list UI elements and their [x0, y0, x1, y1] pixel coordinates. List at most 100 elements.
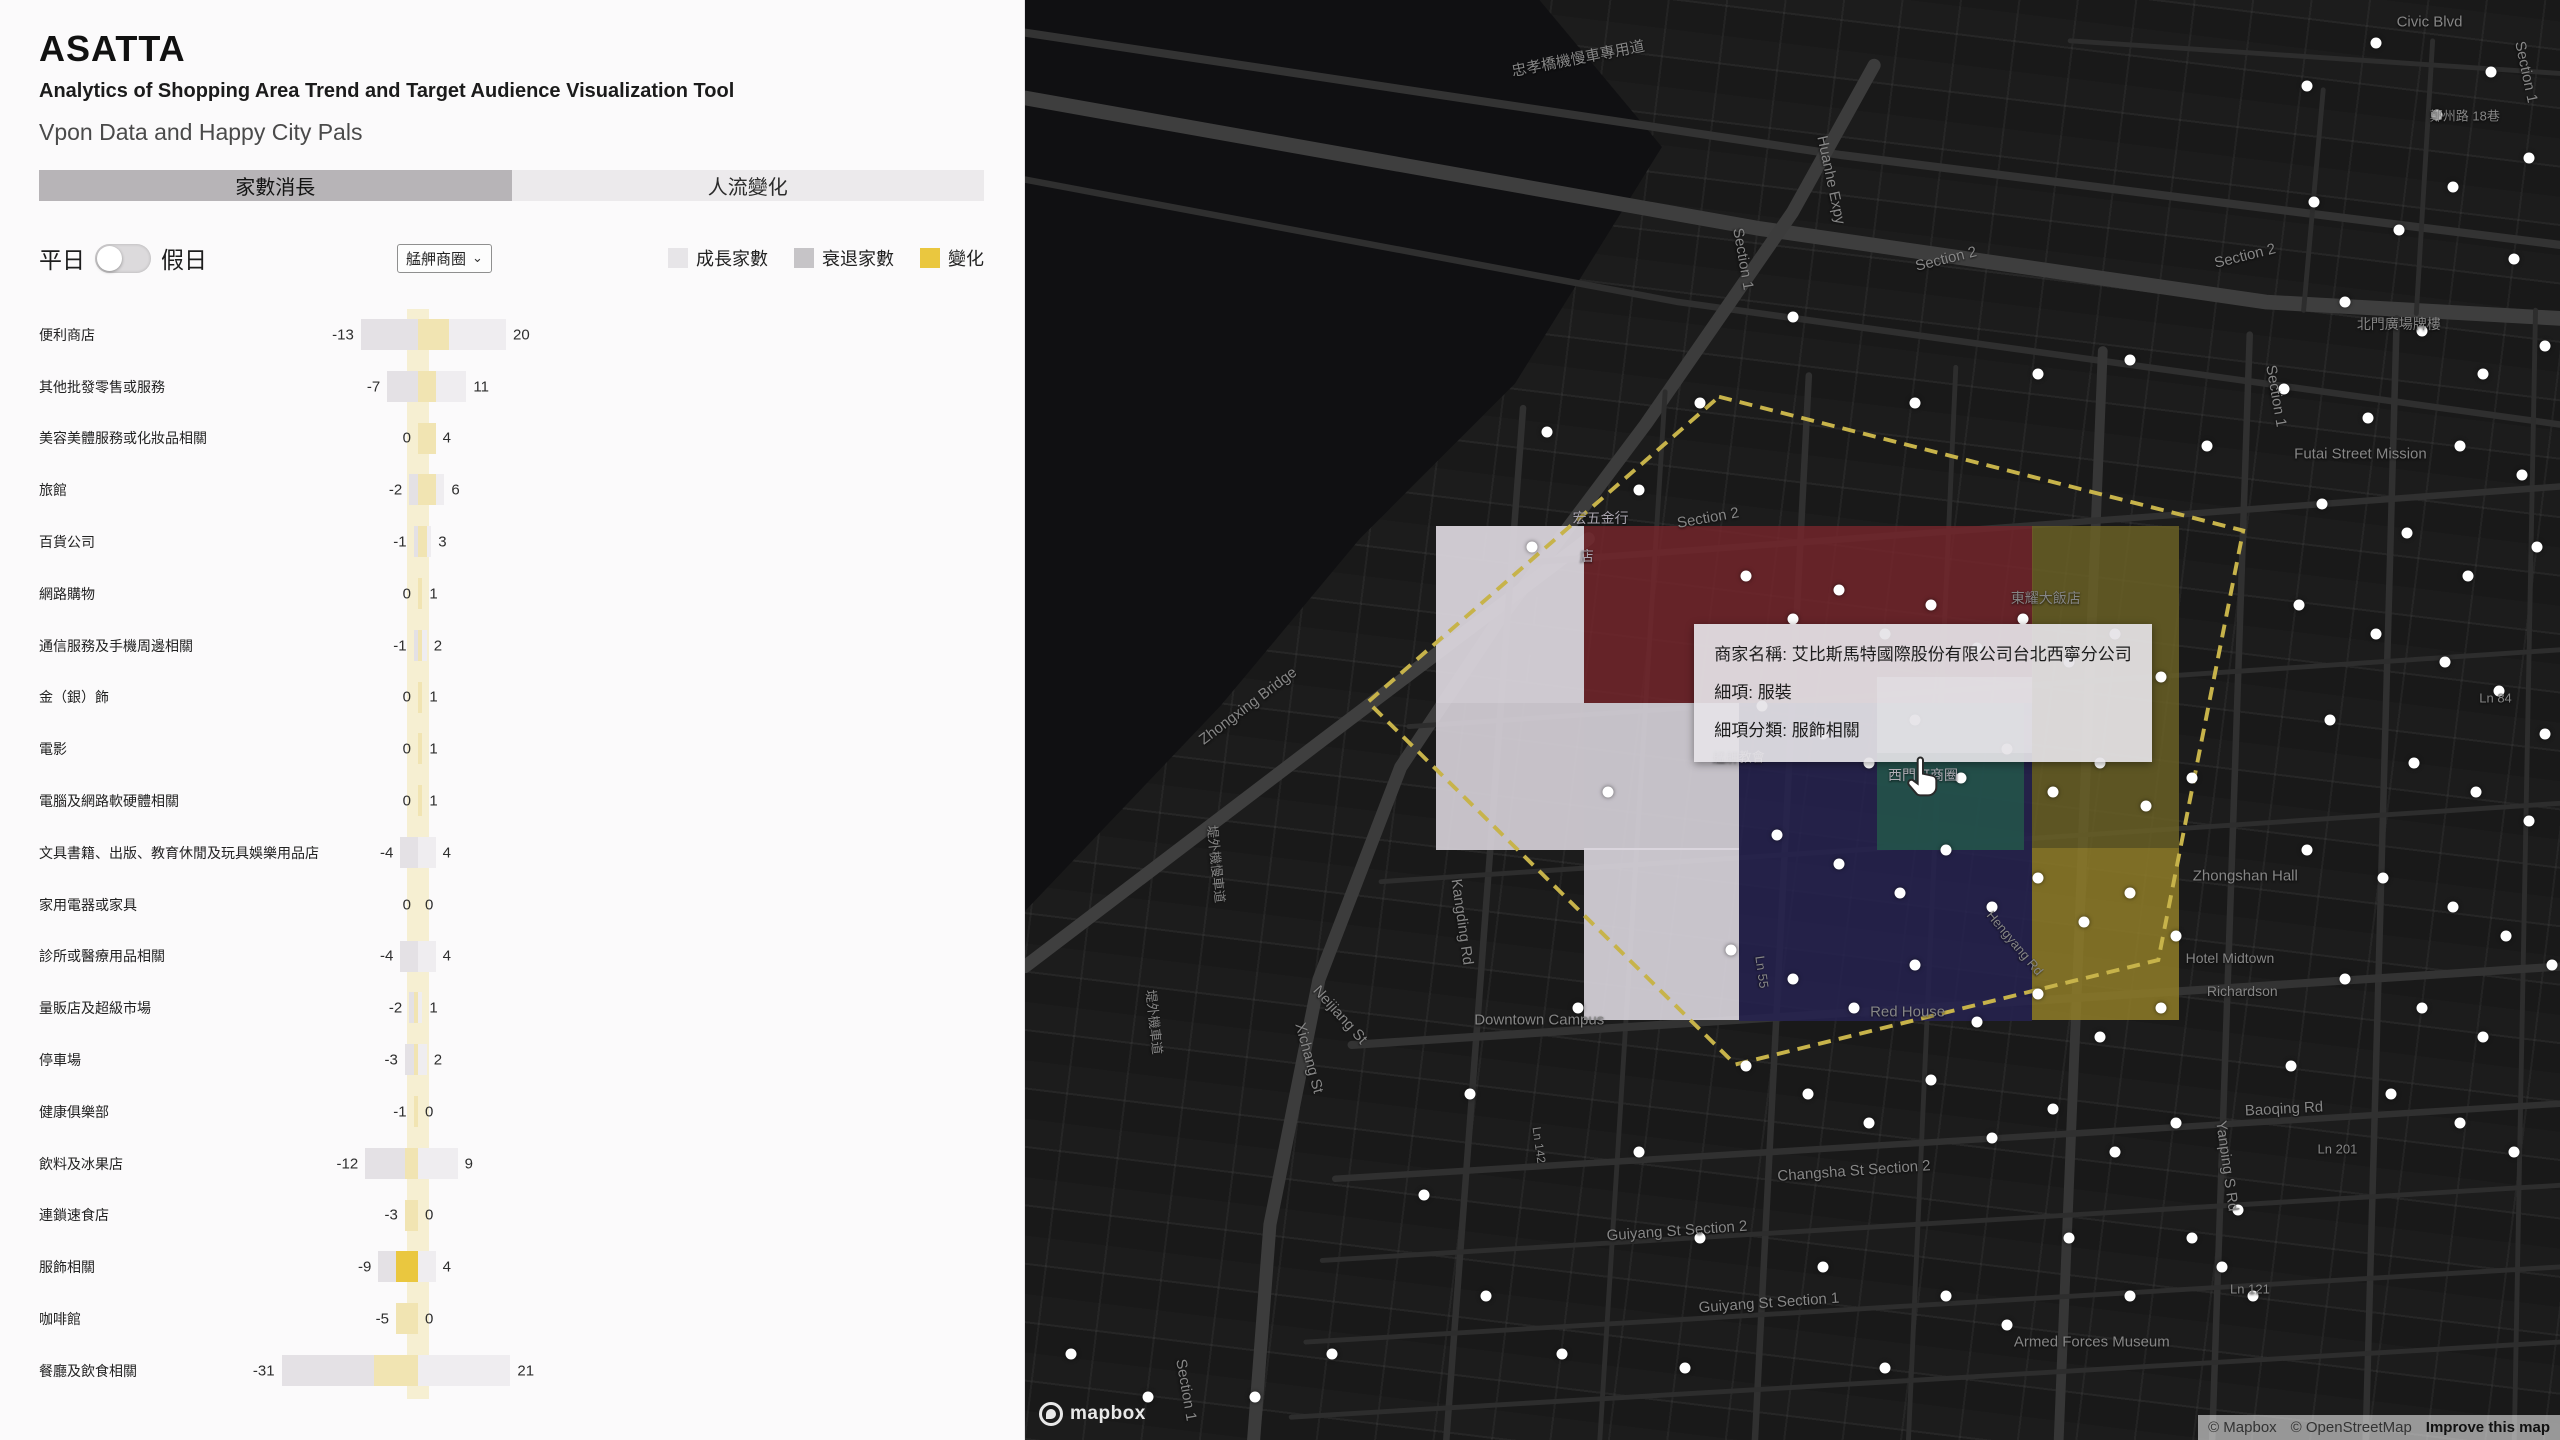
attribution-mapbox[interactable]: © Mapbox [2208, 1419, 2277, 1436]
change-bar[interactable] [418, 733, 422, 764]
decline-bar[interactable] [387, 371, 418, 402]
change-bar[interactable] [418, 474, 436, 505]
growth-value: 1 [429, 689, 437, 706]
map-label: Ln 84 [2479, 691, 2512, 706]
change-bar[interactable] [405, 1200, 418, 1231]
change-bar[interactable] [418, 526, 427, 557]
change-bar[interactable] [418, 319, 449, 350]
map-label: Futai Street Mission [2294, 445, 2427, 462]
decline-value: -31 [253, 1362, 275, 1379]
map-label: Armed Forces Museum [2014, 1334, 2170, 1351]
improve-map-link[interactable]: Improve this map [2426, 1419, 2550, 1436]
chart-row[interactable]: 停車場-32 [39, 1034, 984, 1086]
change-bar[interactable] [396, 1303, 418, 1334]
map-label: Changsha St Section 2 [1777, 1157, 1931, 1185]
chart-row[interactable]: 電腦及網路軟硬體相關01 [39, 775, 984, 827]
map-label: Neijiang St [1309, 983, 1370, 1048]
chart-row[interactable]: 餐廳及飲食相關-3121 [39, 1345, 984, 1397]
growth-value: 6 [451, 482, 459, 499]
map-label: Ln 201 [2318, 1142, 2358, 1157]
tooltip-line: 商家名稱: 艾比斯馬特國際股份有限公司台北西寧分公司 [1714, 636, 2131, 674]
change-bar[interactable] [405, 1148, 418, 1179]
category-label: 連鎖速食店 [39, 1205, 109, 1225]
change-bar[interactable] [414, 992, 418, 1023]
weekday-weekend-toggle[interactable] [95, 244, 151, 273]
tab-foot-traffic[interactable]: 人流變化 [512, 170, 985, 201]
change-bar[interactable] [418, 785, 422, 816]
change-bar[interactable] [418, 630, 422, 661]
chart-row[interactable]: 連鎖速食店 -3 0 [39, 1190, 984, 1242]
decline-value: 0 [403, 430, 411, 447]
growth-bar[interactable] [418, 837, 436, 868]
chart-row[interactable]: 通信服務及手機周邊相關-12 [39, 620, 984, 672]
map-label: Hotel Midtown [2186, 950, 2275, 966]
decline-value: -3 [384, 1207, 397, 1224]
growth-bar[interactable] [418, 1251, 436, 1282]
chart-row[interactable]: 網路購物01 [39, 568, 984, 620]
category-label: 便利商店 [39, 325, 95, 345]
decline-bar[interactable] [400, 941, 418, 972]
map-label: Section 1 [1172, 1357, 1200, 1422]
chart-row[interactable]: 旅館-26 [39, 464, 984, 516]
mapbox-logo[interactable]: mapbox [1039, 1402, 1146, 1426]
chart-row[interactable]: 健康俱樂部-10 [39, 1086, 984, 1138]
change-bar[interactable] [374, 1355, 418, 1386]
chart-row[interactable]: 家用電器或家具00 [39, 879, 984, 931]
decline-bar[interactable] [409, 474, 418, 505]
district-select[interactable]: 艋舺商圈 ⌄ [397, 244, 492, 273]
map-label: Section 1 [1730, 227, 1758, 292]
growth-bar[interactable] [418, 992, 422, 1023]
chart-row[interactable]: 百貨公司-13 [39, 516, 984, 568]
growth-bar[interactable] [418, 1148, 458, 1179]
category-label: 其他批發零售或服務 [39, 377, 165, 397]
mapbox-logo-text: mapbox [1070, 1403, 1146, 1425]
growth-value: 1 [429, 585, 437, 602]
chart-row[interactable]: 量販店及超級市場-21 [39, 982, 984, 1034]
decline-value: -7 [367, 378, 380, 395]
toggle-knob[interactable] [97, 246, 122, 271]
chart-row[interactable]: 金（銀）飾01 [39, 672, 984, 724]
change-bar[interactable] [418, 682, 422, 713]
map-attribution: © Mapbox © OpenStreetMap Improve this ma… [2198, 1415, 2560, 1440]
chart-row[interactable]: 服飾相關-94 [39, 1241, 984, 1293]
growth-bar[interactable] [418, 941, 436, 972]
growth-bar[interactable] [418, 1355, 510, 1386]
weekend-label: 假日 [161, 241, 207, 275]
chart-row[interactable]: 電影01 [39, 723, 984, 775]
chevron-down-icon: ⌄ [472, 253, 483, 263]
decline-bar[interactable] [361, 319, 418, 350]
decline-value: -9 [358, 1259, 371, 1276]
map-label: Baoqing Rd [2244, 1098, 2323, 1119]
chart-row[interactable]: 美容美體服務或化妝品相關04 [39, 413, 984, 465]
change-bar[interactable] [414, 1096, 418, 1127]
change-bar[interactable] [396, 1251, 418, 1282]
tab-store-change[interactable]: 家數消長 [39, 170, 512, 201]
map-label: Section 2 [2213, 240, 2278, 272]
map-label: Ln 55 [1752, 955, 1771, 989]
change-bar[interactable] [418, 578, 422, 609]
chart-row[interactable]: 文具書籍、出版、教育休閒及玩具娛樂用品店-44 [39, 827, 984, 879]
decline-bar[interactable] [400, 837, 418, 868]
chart-row[interactable]: 飲料及冰果店-129 [39, 1138, 984, 1190]
chart-row[interactable]: 診所或醫療用品相關-44 [39, 931, 984, 983]
map-panel[interactable]: 忠孝橋機慢車專用道Civic Blvd鄭州路 18巷Section 1Huanh… [1025, 0, 2560, 1440]
change-bar[interactable] [418, 371, 436, 402]
category-label: 電腦及網路軟硬體相關 [39, 791, 179, 811]
decline-value: -3 [384, 1052, 397, 1069]
chart-row[interactable]: 咖啡館-50 [39, 1293, 984, 1345]
chart-row[interactable]: 便利商店-1320 [39, 309, 984, 361]
category-label: 旅館 [39, 480, 67, 500]
legend-label: 衰退家數 [822, 245, 894, 271]
decline-value: 0 [403, 741, 411, 758]
attribution-osm[interactable]: © OpenStreetMap [2291, 1419, 2412, 1436]
change-bar[interactable] [414, 1044, 418, 1075]
decline-value: 0 [403, 689, 411, 706]
map-label: Richardson [2207, 983, 2278, 999]
growth-value: 0 [425, 1207, 433, 1224]
growth-value: 4 [443, 430, 451, 447]
chart-row[interactable]: 其他批發零售或服務-711 [39, 361, 984, 413]
legend: 成長家數衰退家數變化 [668, 245, 984, 271]
growth-value: 2 [434, 1052, 442, 1069]
growth-bar[interactable] [418, 1044, 427, 1075]
change-bar[interactable] [418, 423, 436, 454]
